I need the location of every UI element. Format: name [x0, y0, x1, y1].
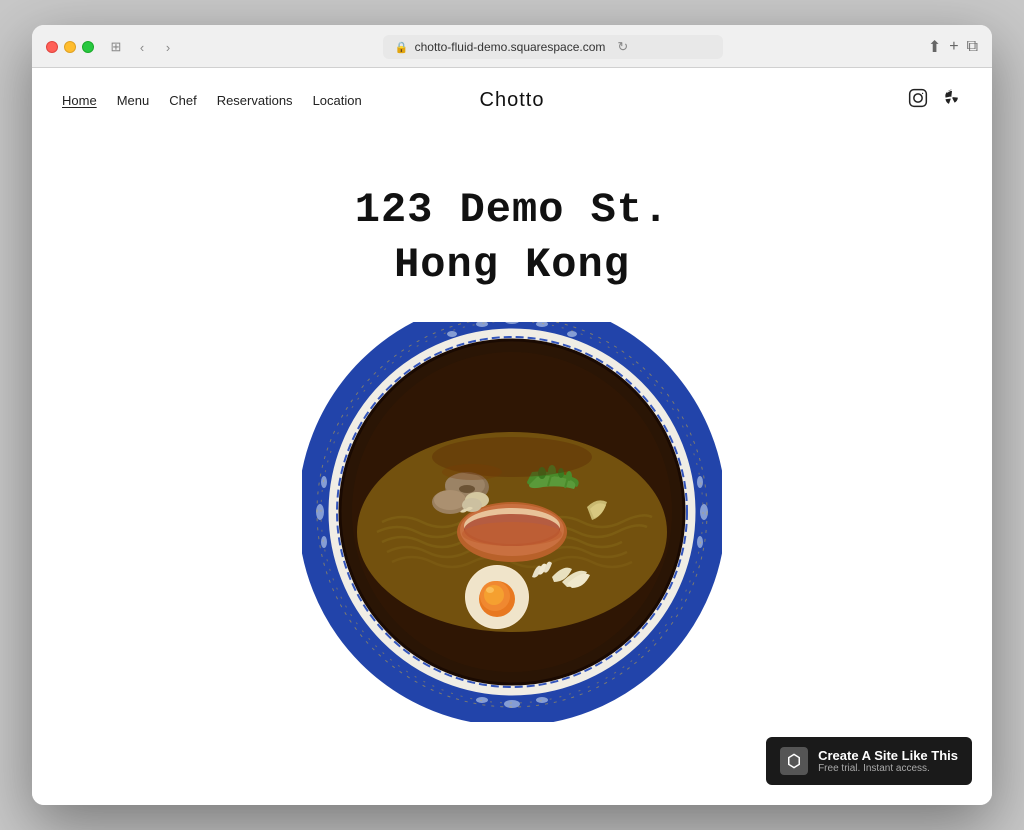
address-bar-wrapper: 🔒 chotto-fluid-demo.squarespace.com ↻ — [190, 35, 916, 59]
forward-button[interactable]: › — [158, 37, 178, 57]
browser-actions: ⬆ + ⧉ — [928, 37, 978, 57]
nav-menu[interactable]: Menu — [117, 93, 150, 108]
hero-section: 123 Demo St. Hong Kong — [32, 133, 992, 322]
nav-home[interactable]: Home — [62, 93, 97, 108]
traffic-lights — [46, 41, 94, 53]
badge-sub-text: Free trial. Instant access. — [818, 763, 958, 774]
badge-main-text: Create A Site Like This — [818, 748, 958, 763]
ramen-bowl-image — [302, 322, 722, 722]
food-image-container: Create A Site Like This Free trial. Inst… — [32, 322, 992, 805]
hero-line1: 123 Demo St. — [355, 186, 669, 234]
windows-button[interactable]: ⧉ — [967, 38, 978, 56]
nav-location[interactable]: Location — [313, 93, 362, 108]
browser-controls: ⊞ ‹ › — [106, 37, 178, 57]
hero-line2: Hong Kong — [394, 241, 630, 289]
browser-chrome: ⊞ ‹ › 🔒 chotto-fluid-demo.squarespace.co… — [32, 25, 992, 68]
squarespace-badge-text: Create A Site Like This Free trial. Inst… — [818, 748, 958, 774]
share-button[interactable]: ⬆ — [928, 37, 941, 57]
browser-window: ⊞ ‹ › 🔒 chotto-fluid-demo.squarespace.co… — [32, 25, 992, 805]
refresh-button[interactable]: ↻ — [617, 39, 628, 55]
lock-icon: 🔒 — [395, 41, 409, 54]
nav-reservations[interactable]: Reservations — [217, 93, 293, 108]
sidebar-toggle[interactable]: ⊞ — [106, 37, 126, 57]
fullscreen-button[interactable] — [82, 41, 94, 53]
squarespace-badge[interactable]: Create A Site Like This Free trial. Inst… — [766, 737, 972, 785]
minimize-button[interactable] — [64, 41, 76, 53]
site-content: Home Menu Chef Reservations Location Cho… — [32, 68, 992, 805]
hero-title: 123 Demo St. Hong Kong — [52, 183, 972, 292]
nav-social — [908, 88, 962, 113]
site-nav: Home Menu Chef Reservations Location Cho… — [32, 68, 992, 133]
url-text: chotto-fluid-demo.squarespace.com — [415, 40, 606, 54]
address-bar[interactable]: 🔒 chotto-fluid-demo.squarespace.com ↻ — [383, 35, 723, 59]
new-tab-button[interactable]: + — [949, 38, 958, 56]
squarespace-badge-icon — [780, 747, 808, 775]
nav-links: Home Menu Chef Reservations Location — [62, 93, 362, 108]
yelp-icon[interactable] — [942, 88, 962, 113]
instagram-icon[interactable] — [908, 88, 928, 113]
close-button[interactable] — [46, 41, 58, 53]
nav-chef[interactable]: Chef — [169, 93, 196, 108]
site-logo[interactable]: Chotto — [480, 89, 545, 112]
back-button[interactable]: ‹ — [132, 37, 152, 57]
